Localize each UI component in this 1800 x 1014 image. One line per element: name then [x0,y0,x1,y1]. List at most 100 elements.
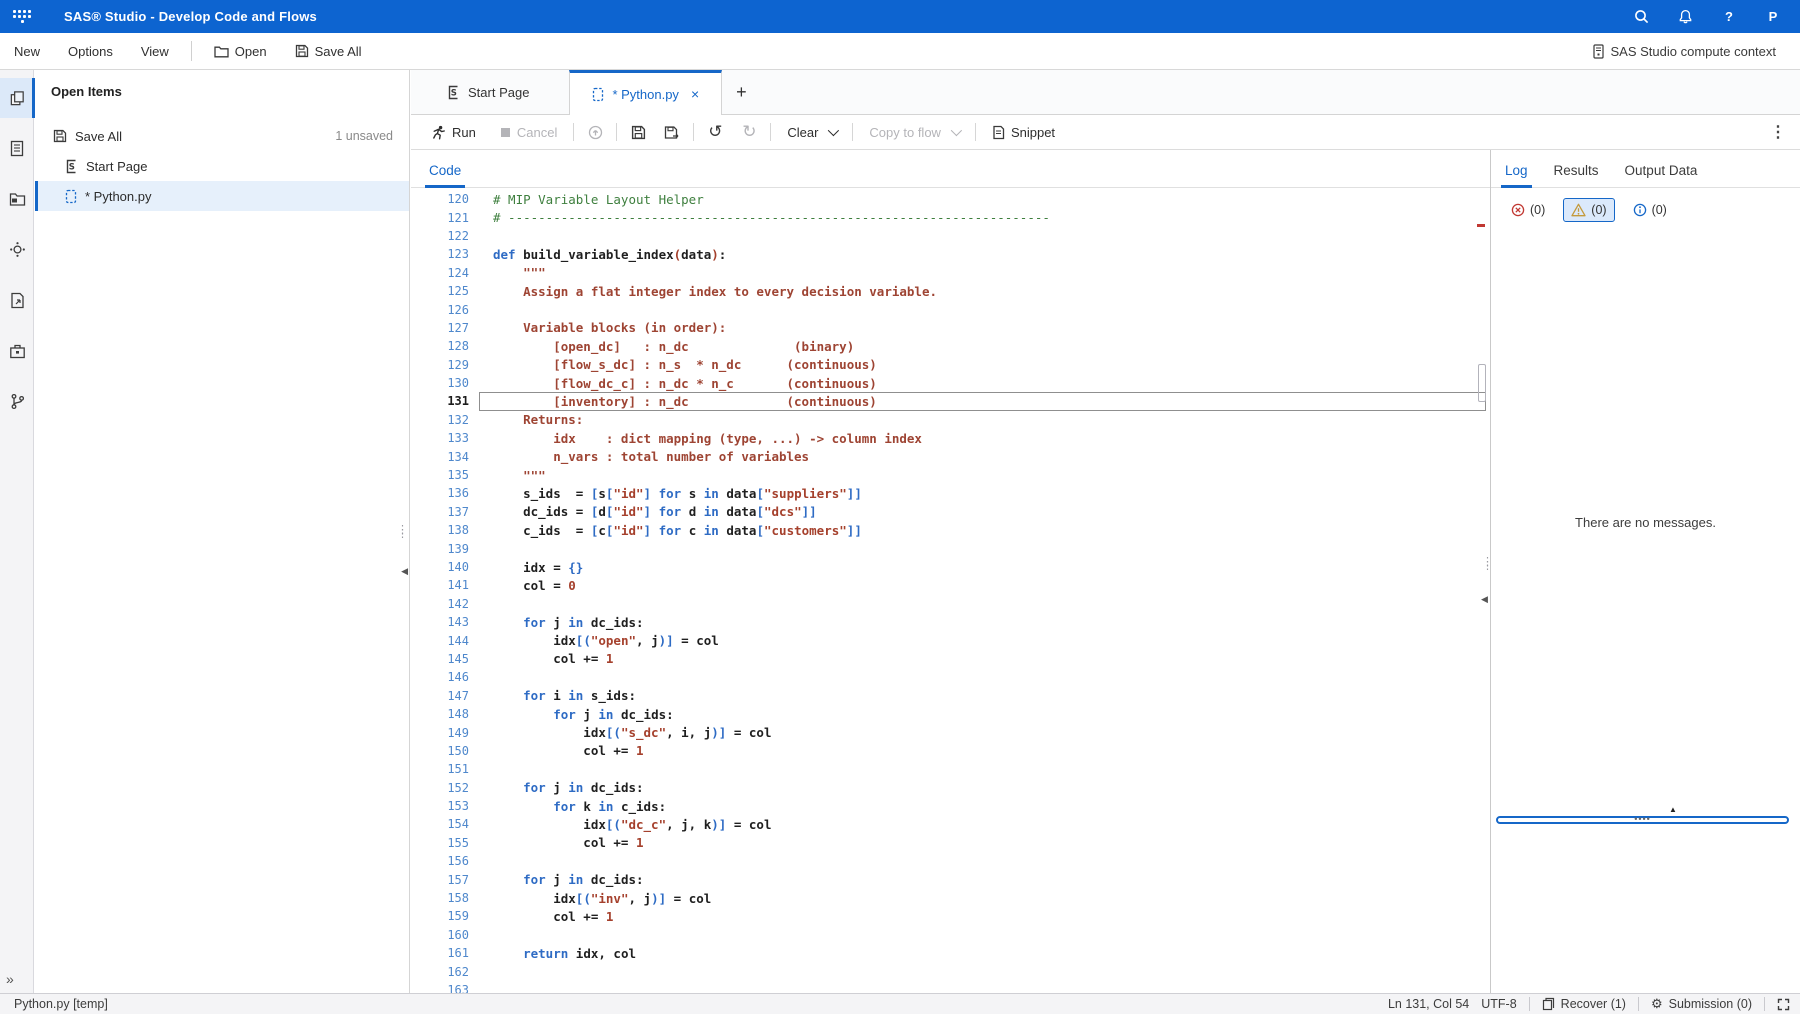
line-number[interactable]: 123 [411,247,469,261]
rail-git[interactable] [0,381,34,421]
line-number[interactable]: 147 [411,689,469,703]
code-line[interactable]: 147 for i in s_ids: [411,687,1490,705]
tab-output-data[interactable]: Output Data [1621,163,1702,187]
line-number[interactable]: 144 [411,634,469,648]
menu-open[interactable]: Open [200,33,281,69]
line-number[interactable]: 140 [411,560,469,574]
code-line[interactable]: 121# -----------------------------------… [411,208,1490,226]
line-number[interactable]: 161 [411,946,469,960]
line-number[interactable]: 136 [411,486,469,500]
code-line[interactable]: 160 [411,926,1490,944]
submission-button[interactable]: ⚙ Submission (0) [1651,996,1752,1012]
line-number[interactable]: 163 [411,983,469,993]
code-line[interactable]: 140 idx = {} [411,558,1490,576]
rail-open-items[interactable] [0,78,34,118]
search-icon[interactable] [1632,8,1650,26]
code-line[interactable]: 156 [411,852,1490,870]
splitter-arrow-icon[interactable]: ▲ [1669,805,1677,814]
line-number[interactable]: 128 [411,339,469,353]
line-number[interactable]: 126 [411,303,469,317]
line-number[interactable]: 122 [411,229,469,243]
open-item-start-page[interactable]: S Start Page [35,151,409,181]
code-line[interactable]: 122 [411,227,1490,245]
save-as-icon[interactable] [655,115,689,149]
info-filter-badge[interactable]: (0) [1625,198,1675,222]
tab-start-page[interactable]: S Start Page [425,70,551,114]
code-line[interactable]: 154 idx[("dc_c", j, k)] = col [411,815,1490,833]
line-number[interactable]: 151 [411,762,469,776]
rail-expand-chevrons[interactable]: » [6,971,14,987]
code-line[interactable]: 136 s_ids = [s["id"] for s in data["supp… [411,484,1490,502]
line-number[interactable]: 152 [411,781,469,795]
tab-results[interactable]: Results [1550,163,1603,187]
snippet-button[interactable]: Snippet [980,115,1067,149]
line-number[interactable]: 131 [411,394,469,408]
code-line[interactable]: 158 idx[("inv", j)] = col [411,889,1490,907]
line-number[interactable]: 154 [411,817,469,831]
new-tab-button[interactable]: + [722,70,761,114]
line-number[interactable]: 158 [411,891,469,905]
run-button[interactable]: Run [419,115,488,149]
divider-collapse-arrow[interactable]: ◀ [1481,594,1488,605]
line-number[interactable]: 149 [411,726,469,740]
help-icon[interactable]: ? [1720,8,1738,26]
code-line[interactable]: 163 [411,981,1490,993]
menu-options[interactable]: Options [54,33,127,69]
code-line[interactable]: 148 for j in dc_ids: [411,705,1490,723]
tab-python-file[interactable]: * Python.py × [569,70,722,115]
line-number[interactable]: 133 [411,431,469,445]
line-number[interactable]: 137 [411,505,469,519]
line-number[interactable]: 146 [411,670,469,684]
line-number[interactable]: 150 [411,744,469,758]
rail-file-shortcuts[interactable] [0,280,34,320]
line-number[interactable]: 120 [411,192,469,206]
code-line[interactable]: 150 col += 1 [411,742,1490,760]
line-number[interactable]: 121 [411,211,469,225]
line-number[interactable]: 155 [411,836,469,850]
code-line[interactable]: 146 [411,668,1490,686]
code-line[interactable]: 144 idx[("open", j)] = col [411,631,1490,649]
code-line[interactable]: 134 n_vars : total number of variables [411,447,1490,465]
app-switcher-icon[interactable] [12,7,32,27]
code-line[interactable]: 131 [inventory] : n_dc (continuous) [411,392,1490,410]
rail-programs[interactable] [0,128,34,168]
editor-scrollbar[interactable] [1476,188,1488,993]
panel-resize-handle[interactable]: ⋮⋮ [397,528,408,536]
code-line[interactable]: 128 [open_dc] : n_dc (binary) [411,337,1490,355]
submit-batch-icon[interactable] [578,115,612,149]
copy-to-flow-button[interactable]: Copy to flow [857,115,971,149]
line-number[interactable]: 139 [411,542,469,556]
code-line[interactable]: 126 [411,300,1490,318]
code-line[interactable]: 123def build_variable_index(data): [411,245,1490,263]
toolbar-overflow-icon[interactable]: ⋮ [1770,122,1786,142]
cancel-button[interactable]: Cancel [488,115,569,149]
code-line[interactable]: 124 """ [411,264,1490,282]
open-items-save-all[interactable]: Save All 1 unsaved [35,121,409,151]
code-editor[interactable]: 120# MIP Variable Layout Helper121# ----… [411,188,1490,993]
code-line[interactable]: 125 Assign a flat integer index to every… [411,282,1490,300]
panel-collapse-arrow[interactable]: ◀ [401,566,408,577]
undo-icon[interactable]: ↺ [698,115,732,149]
code-line[interactable]: 130 [flow_dc_c] : n_dc * n_c (continuous… [411,374,1490,392]
line-number[interactable]: 145 [411,652,469,666]
code-line[interactable]: 161 return idx, col [411,944,1490,962]
fullscreen-toggle-icon[interactable] [1777,998,1790,1011]
code-line[interactable]: 143 for j in dc_ids: [411,613,1490,631]
line-number[interactable]: 148 [411,707,469,721]
rail-explorer[interactable] [0,179,34,219]
code-line[interactable]: 145 col += 1 [411,650,1490,668]
line-number[interactable]: 124 [411,266,469,280]
rail-libraries[interactable] [0,229,34,269]
line-number[interactable]: 143 [411,615,469,629]
open-item-python-file[interactable]: * Python.py [35,181,409,211]
clear-button[interactable]: Clear [775,115,848,149]
code-line[interactable]: 132 Returns: [411,411,1490,429]
line-number[interactable]: 160 [411,928,469,942]
line-number[interactable]: 130 [411,376,469,390]
menu-save-all[interactable]: Save All [281,33,376,69]
recover-button[interactable]: Recover (1) [1542,997,1626,1011]
warning-filter-badge[interactable]: (0) [1563,198,1614,222]
line-number[interactable]: 132 [411,413,469,427]
avatar[interactable]: P [1764,8,1782,26]
code-line[interactable]: 162 [411,962,1490,980]
